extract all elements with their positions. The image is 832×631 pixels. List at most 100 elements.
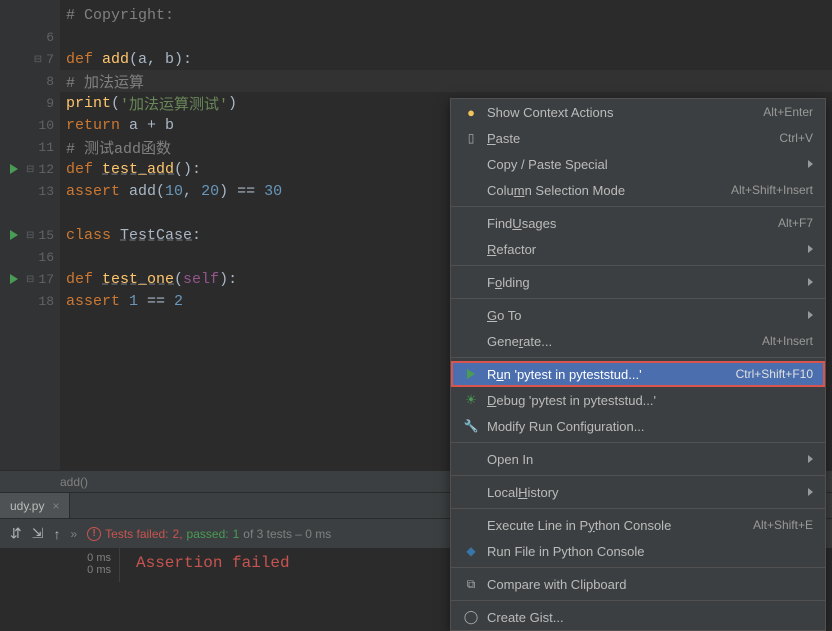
menu-label: Column Selection Mode (487, 183, 731, 198)
menu-item-show-context-actions[interactable]: ● Show Context ActionsAlt+Enter (451, 99, 825, 125)
menu-shortcut: Ctrl+V (779, 131, 813, 145)
play-icon (467, 369, 475, 379)
line-number: 18 (38, 294, 54, 309)
menu-item-column-selection[interactable]: Column Selection ModeAlt+Shift+Insert (451, 177, 825, 203)
bulb-icon: ● (467, 105, 475, 120)
menu-label: Run 'pytest in pyteststud...' (487, 367, 736, 382)
menu-separator (451, 567, 825, 568)
tab-label: udy.py (10, 499, 44, 513)
menu-shortcut: Ctrl+Shift+F10 (736, 367, 813, 381)
line-number: 17 (38, 272, 54, 287)
code-comment: # Copyright: (66, 7, 174, 24)
more-icon[interactable]: » (70, 527, 77, 541)
line-number: 10 (38, 118, 54, 133)
clipboard-icon: ▯ (468, 131, 475, 145)
line-number: 13 (38, 184, 54, 199)
menu-item-folding[interactable]: Folding (451, 269, 825, 295)
menu-label: Copy / Paste Special (487, 157, 808, 172)
menu-separator (451, 600, 825, 601)
line-number: 9 (46, 96, 54, 111)
bug-icon: ☀ (465, 392, 477, 408)
menu-label: Execute Line in Python Console (487, 518, 753, 533)
menu-item-compare-clipboard[interactable]: ⧉ Compare with Clipboard (451, 571, 825, 597)
menu-item-debug-pytest[interactable]: ☀ Debug 'pytest in pyteststud...' (451, 387, 825, 413)
filter-icon[interactable]: ⇵ (10, 525, 22, 542)
fold-icon[interactable]: ⊟ (26, 274, 34, 285)
line-number: 7 (46, 52, 54, 67)
run-gutter-icon[interactable] (10, 230, 18, 240)
line-number: 15 (38, 228, 54, 243)
menu-label: Paste (487, 131, 779, 146)
menu-item-paste[interactable]: ▯ PasteCtrl+V (451, 125, 825, 151)
test-status: ! Tests failed: 2, passed: 1 of 3 tests … (87, 527, 331, 541)
menu-label: Compare with Clipboard (487, 577, 813, 592)
menu-label: Local History (487, 485, 808, 500)
menu-label: Create Gist... (487, 610, 813, 625)
menu-separator (451, 508, 825, 509)
fold-icon[interactable]: ⊟ (26, 230, 34, 241)
wrench-icon: 🔧 (464, 419, 479, 433)
time-column: 0 ms 0 ms (0, 548, 120, 582)
code-comment: # 测试add函数 (66, 137, 171, 158)
submenu-arrow-icon (808, 488, 813, 496)
time-value: 0 ms (0, 552, 111, 564)
menu-label: Modify Run Configuration... (487, 419, 813, 434)
line-number: 8 (46, 74, 54, 89)
fold-icon[interactable]: ⊟ (26, 164, 34, 175)
menu-shortcut: Alt+Insert (762, 334, 813, 348)
menu-label: Find Usages (487, 216, 778, 231)
expand-icon[interactable]: ⇲ (32, 525, 44, 542)
nav-icon[interactable]: ↑ (53, 526, 60, 542)
menu-item-goto[interactable]: Go To (451, 302, 825, 328)
line-number: 6 (46, 30, 54, 45)
submenu-arrow-icon (808, 245, 813, 253)
context-menu: ●Show Context ActionsAlt+Enter▯PasteCtrl… (450, 98, 826, 631)
github-icon: ◯ (464, 609, 479, 625)
menu-shortcut: Alt+Shift+E (753, 518, 813, 532)
menu-item-modify-run-config[interactable]: 🔧 Modify Run Configuration... (451, 413, 825, 439)
menu-item-local-history[interactable]: Local History (451, 479, 825, 505)
menu-label: Run File in Python Console (487, 544, 813, 559)
menu-item-create-gist[interactable]: ◯ Create Gist... (451, 604, 825, 630)
code-comment: # 加法运算 (66, 71, 144, 92)
menu-shortcut: Alt+Enter (763, 105, 813, 119)
time-value: 0 ms (0, 564, 111, 576)
breadcrumb-label: add() (60, 475, 88, 489)
submenu-arrow-icon (808, 160, 813, 168)
submenu-arrow-icon (808, 311, 813, 319)
menu-item-run-file-console[interactable]: ◆ Run File in Python Console (451, 538, 825, 564)
menu-item-copy-paste-special[interactable]: Copy / Paste Special (451, 151, 825, 177)
menu-label: Generate... (487, 334, 762, 349)
menu-shortcut: Alt+F7 (778, 216, 813, 230)
close-icon[interactable]: × (52, 499, 59, 513)
menu-label: Folding (487, 275, 808, 290)
submenu-arrow-icon (808, 278, 813, 286)
menu-item-run-pytest[interactable]: Run 'pytest in pyteststud...'Ctrl+Shift+… (451, 361, 825, 387)
menu-item-find-usages[interactable]: Find UsagesAlt+F7 (451, 210, 825, 236)
menu-label: Open In (487, 452, 808, 467)
fold-icon[interactable]: ⊟ (34, 54, 42, 65)
menu-label: Debug 'pytest in pyteststud...' (487, 393, 813, 408)
menu-separator (451, 475, 825, 476)
menu-item-generate[interactable]: Generate...Alt+Insert (451, 328, 825, 354)
menu-separator (451, 442, 825, 443)
menu-label: Show Context Actions (487, 105, 763, 120)
diff-icon: ⧉ (467, 577, 476, 592)
menu-item-open-in[interactable]: Open In (451, 446, 825, 472)
menu-separator (451, 298, 825, 299)
fail-icon: ! (87, 527, 101, 541)
submenu-arrow-icon (808, 455, 813, 463)
menu-shortcut: Alt+Shift+Insert (731, 183, 813, 197)
gutter: 6 ⊟7 8 9 10 11 ⊟12 13 ⊟15 16 ⊟17 18 (0, 0, 60, 470)
menu-separator (451, 206, 825, 207)
menu-separator (451, 357, 825, 358)
run-gutter-icon[interactable] (10, 274, 18, 284)
menu-item-refactor[interactable]: Refactor (451, 236, 825, 262)
file-tab[interactable]: udy.py × (0, 493, 70, 518)
python-icon: ◆ (466, 544, 475, 558)
menu-separator (451, 265, 825, 266)
menu-item-execute-console[interactable]: Execute Line in Python ConsoleAlt+Shift+… (451, 512, 825, 538)
menu-label: Go To (487, 308, 808, 323)
run-gutter-icon[interactable] (10, 164, 18, 174)
line-number: 16 (38, 250, 54, 265)
